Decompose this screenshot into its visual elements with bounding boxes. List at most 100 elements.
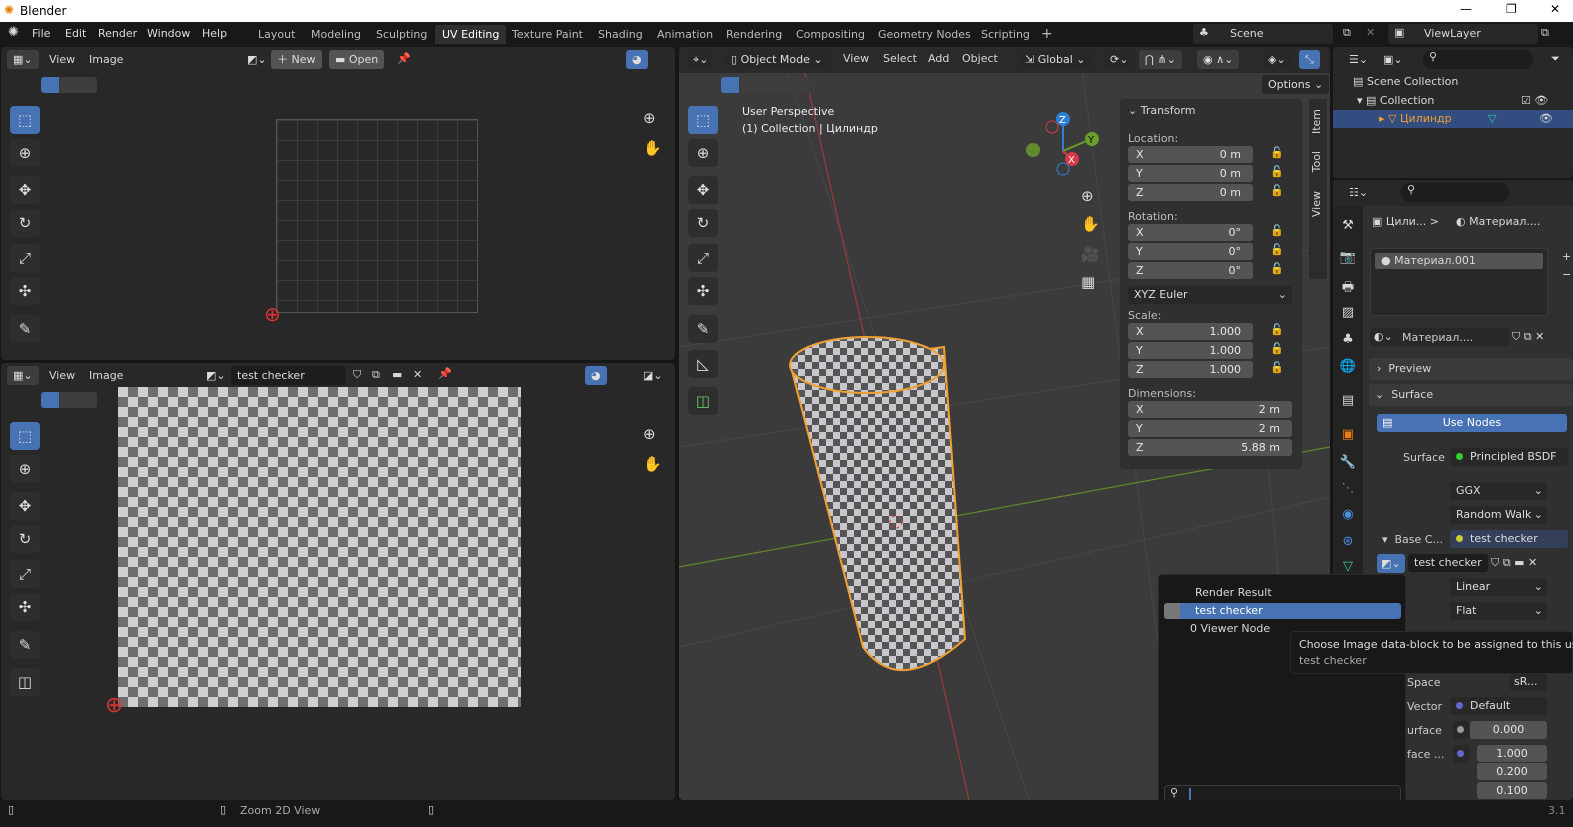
rotate-tool[interactable]: ↻ <box>688 209 718 237</box>
vector-input[interactable]: Default <box>1450 697 1547 715</box>
cursor-tool[interactable]: ⊕ <box>10 139 40 167</box>
transform-tool[interactable]: ✣ <box>10 277 40 305</box>
scale-y-field[interactable]: Y 1.000 <box>1128 342 1253 359</box>
subsurface-radius-socket[interactable] <box>1453 745 1469 763</box>
menu-window[interactable]: Window <box>147 27 190 40</box>
cursor-tool[interactable]: ⊕ <box>688 139 718 167</box>
color-space-select[interactable]: sR... <box>1510 673 1547 691</box>
visibility-icon[interactable]: ◈⌄ <box>1262 50 1292 69</box>
visibility-eye-icon[interactable]: 👁 <box>1539 112 1553 125</box>
lock-icon[interactable]: 🔓 <box>1270 342 1284 355</box>
particles-tab-icon[interactable]: ⋱ <box>1339 481 1357 499</box>
2d-cursor-icon[interactable]: ⊕ <box>105 693 123 718</box>
tab-uv-editing[interactable]: UV Editing <box>435 25 507 44</box>
tab-shading[interactable]: Shading <box>591 25 650 44</box>
annotate-tool[interactable]: ✎ <box>10 315 40 343</box>
pin-icon[interactable]: 📌 <box>438 367 452 380</box>
select-box-tool[interactable]: ⬚ <box>10 422 40 450</box>
image-name-field[interactable]: test checker <box>231 366 346 385</box>
scale-z-field[interactable]: Z 1.000 <box>1128 361 1253 378</box>
rotate-tool[interactable]: ↻ <box>10 525 40 553</box>
subsurface-method-select[interactable]: Random Walk ⌄ <box>1450 506 1547 524</box>
transform-tool[interactable]: ✣ <box>688 277 718 305</box>
duplicate-image-icon[interactable]: ⧉ <box>372 368 380 382</box>
physics-tab-icon[interactable]: ◉ <box>1339 507 1357 525</box>
annotate-tool[interactable]: ✎ <box>688 315 718 343</box>
tab-sculpting[interactable]: Sculpting <box>369 25 434 44</box>
zoom-icon[interactable]: ⊕ <box>643 109 656 127</box>
image-editor-bottom[interactable]: ▦⌄ View Image ◩⌄ test checker ⛉ ⧉ ▬ ✕ 📌 … <box>1 363 675 800</box>
rotation-x-field[interactable]: X 0° <box>1128 224 1253 241</box>
location-x-field[interactable]: X 0 m <box>1128 146 1253 163</box>
move-tool[interactable]: ✥ <box>10 176 40 204</box>
base-color-label[interactable]: ▾ Base C... <box>1382 533 1443 546</box>
radius-x[interactable]: 1.000 <box>1477 745 1547 762</box>
add-workspace-button[interactable]: + <box>1034 23 1060 45</box>
add-cube-tool[interactable]: ◫ <box>688 387 718 415</box>
add-slot-button[interactable]: + <box>1562 250 1571 263</box>
rotate-tool[interactable]: ↻ <box>10 209 40 237</box>
tab-rendering[interactable]: Rendering <box>719 25 789 44</box>
image-editor-top[interactable]: ▦⌄ View Image ◩⌄ ＋ New ▬ Open 📌 ◕ ⬚ ⊕ ✥ … <box>1 47 675 360</box>
lock-icon[interactable]: 🔓 <box>1270 262 1284 275</box>
gizmo-icon[interactable]: ⤡ <box>1299 50 1320 69</box>
new-image-button[interactable]: ＋ New <box>271 50 322 69</box>
tool-tab-icon[interactable]: ⚒ <box>1339 218 1357 236</box>
output-tab-icon[interactable]: 🖶 <box>1339 278 1357 296</box>
move-tool[interactable]: ✥ <box>10 492 40 520</box>
tab-item[interactable]: Item <box>1310 109 1323 134</box>
transform-orientation-selector[interactable]: ⇲ Global ⌄ <box>1019 50 1092 69</box>
projection-select[interactable]: Flat ⌄ <box>1450 602 1547 620</box>
minimize-button[interactable]: — <box>1460 2 1472 16</box>
menu-file[interactable]: File <box>32 27 50 40</box>
ortho-grid-icon[interactable]: ▦ <box>1081 273 1095 291</box>
cursor-tool[interactable]: ⊕ <box>10 455 40 483</box>
menu-select[interactable]: Select <box>883 52 917 65</box>
new-view-layer-icon[interactable]: ⧉ <box>1541 26 1549 40</box>
properties-search[interactable]: ⚲ <box>1401 183 1509 202</box>
editor-type-icon[interactable]: ▦⌄ <box>7 50 39 69</box>
render-tab-icon[interactable]: 📷 <box>1339 250 1357 268</box>
editor-type-icon[interactable]: ☰⌄ <box>1343 50 1375 69</box>
radius-y[interactable]: 0.200 <box>1477 763 1547 780</box>
menu-add[interactable]: Add <box>928 52 949 65</box>
editor-type-icon[interactable]: ⌖⌄ <box>687 50 715 69</box>
select-mode-buttons[interactable] <box>41 392 97 408</box>
scene-tab-icon[interactable]: ♣ <box>1339 332 1357 350</box>
collection-tab-icon[interactable]: ▤ <box>1339 393 1357 411</box>
lock-icon[interactable]: 🔓 <box>1270 146 1284 159</box>
transform-tool[interactable]: ✣ <box>10 593 40 621</box>
measure-tool[interactable]: ◺ <box>688 350 718 378</box>
options-button[interactable]: Options ⌄ <box>1262 75 1330 94</box>
proportional-edit-icon[interactable]: ◉ ∧⌄ <box>1197 50 1240 69</box>
scale-tool[interactable]: ⤢ <box>10 560 40 588</box>
outliner-row-cylinder[interactable]: ▸ ▽ Цилиндр ▽ 👁 <box>1333 110 1573 128</box>
close-window-button[interactable]: ✕ <box>1550 2 1560 16</box>
mode-selector[interactable]: ▯ Object Mode ⌄ <box>725 50 831 69</box>
tab-scripting[interactable]: Scripting <box>974 25 1037 44</box>
scale-x-field[interactable]: X 1.000 <box>1128 323 1253 340</box>
select-mode-buttons[interactable] <box>41 77 97 93</box>
pin-icon[interactable]: 📌 <box>397 52 411 65</box>
menu-edit[interactable]: Edit <box>65 27 86 40</box>
lock-icon[interactable]: 🔓 <box>1270 323 1284 336</box>
unlink-image-icon[interactable]: ✕ <box>413 368 422 381</box>
menu-view[interactable]: View <box>49 369 75 382</box>
scale-tool[interactable]: ⤢ <box>688 244 718 272</box>
radius-z[interactable]: 0.100 <box>1477 782 1547 799</box>
tab-texture-paint[interactable]: Texture Paint <box>505 25 590 44</box>
mesh-data-icon[interactable]: ▽ <box>1488 112 1496 125</box>
tab-compositing[interactable]: Compositing <box>789 25 872 44</box>
material-slot-item[interactable]: ● Материал.001 <box>1375 253 1543 269</box>
material-browse-icon[interactable]: ◐⌄ <box>1374 330 1393 343</box>
surface-shader-selector[interactable]: Principled BSDF <box>1450 448 1568 466</box>
tab-modeling[interactable]: Modeling <box>304 25 368 44</box>
menu-help[interactable]: Help <box>202 27 227 40</box>
modifier-tab-icon[interactable]: 🔧 <box>1339 455 1357 473</box>
camera-icon[interactable]: 🎥 <box>1081 245 1100 263</box>
pan-hand-icon[interactable]: ✋ <box>643 455 662 473</box>
image-browse-icon[interactable]: ◩⌄ <box>241 50 273 69</box>
scale-tool[interactable]: ⤢ <box>10 244 40 272</box>
object-tab-icon[interactable]: ▣ <box>1339 427 1357 445</box>
lock-icon[interactable]: 🔓 <box>1270 361 1284 374</box>
